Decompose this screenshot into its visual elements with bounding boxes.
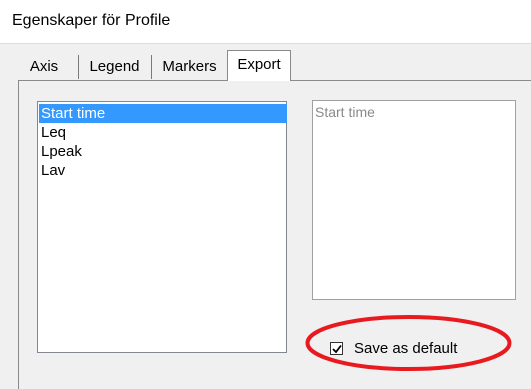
list-item-lav[interactable]: Lav [39, 161, 286, 180]
export-preview-box: Start time [312, 100, 516, 300]
checkmark-icon [332, 344, 342, 354]
save-as-default-checkbox[interactable] [330, 342, 343, 355]
properties-dialog: Egenskaper för Profile Axis Legend Marke… [0, 0, 531, 389]
tab-legend[interactable]: Legend [78, 55, 150, 79]
list-item-lpeak[interactable]: Lpeak [39, 142, 286, 161]
list-item-start-time[interactable]: Start time [39, 104, 287, 123]
title-bar: Egenskaper för Profile [0, 0, 531, 44]
preview-text: Start time [315, 104, 375, 120]
window-title: Egenskaper för Profile [12, 12, 171, 29]
tab-export[interactable]: Export [227, 50, 291, 81]
tab-axis[interactable]: Axis [18, 55, 70, 79]
tab-markers[interactable]: Markers [151, 55, 227, 79]
list-item-leq[interactable]: Leq [39, 123, 286, 142]
export-fields-list[interactable]: Start time Leq Lpeak Lav [37, 101, 287, 353]
save-as-default-label: Save as default [354, 340, 458, 357]
